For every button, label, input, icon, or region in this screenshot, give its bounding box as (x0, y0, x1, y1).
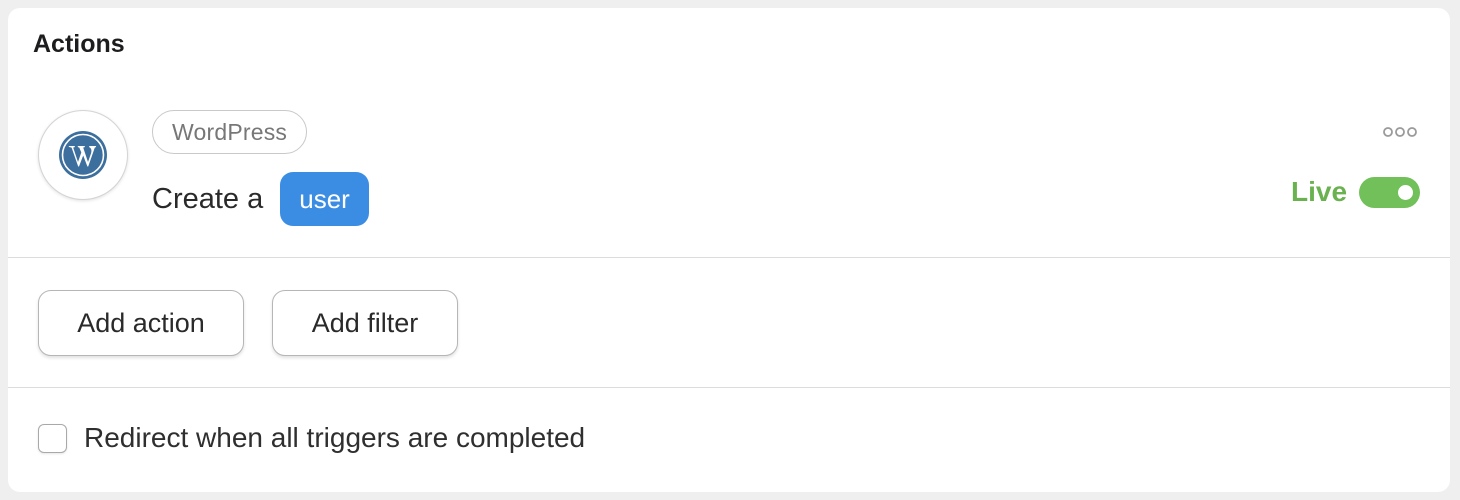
add-filter-button[interactable]: Add filter (272, 290, 458, 356)
actions-panel: Actions WordPress Create a user Live Add… (8, 8, 1450, 492)
status-label: Live (1291, 176, 1348, 207)
section-title: Actions (33, 30, 125, 58)
redirect-checkbox-label: Redirect when all triggers are completed (84, 422, 586, 453)
add-action-button[interactable]: Add action (38, 290, 244, 356)
live-toggle[interactable] (1359, 177, 1420, 208)
divider (8, 387, 1450, 388)
redirect-checkbox[interactable] (38, 423, 67, 453)
action-sentence-text: Create a (152, 182, 264, 215)
integration-tag: WordPress (152, 110, 308, 154)
action-sentence: Create a user (152, 172, 369, 226)
integration-logo (38, 110, 128, 200)
more-horizontal-icon[interactable] (1382, 124, 1418, 140)
user-token[interactable]: user (280, 172, 369, 226)
toggle-knob (1398, 185, 1413, 200)
redirect-option[interactable]: Redirect when all triggers are completed (38, 422, 585, 454)
wordpress-logo-icon (59, 131, 107, 179)
divider (8, 257, 1450, 258)
